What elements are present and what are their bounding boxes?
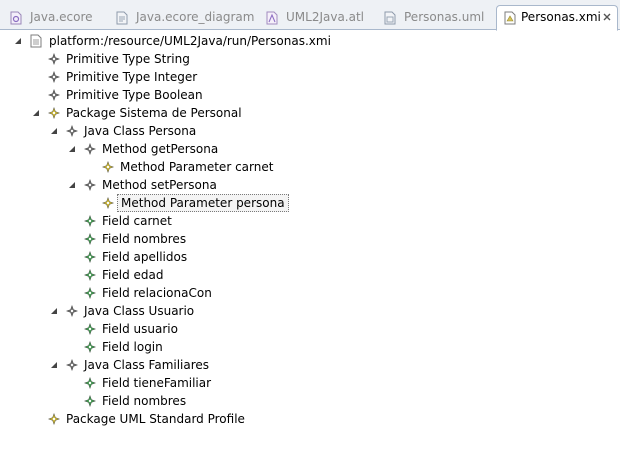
atl-file-icon — [266, 11, 278, 25]
tree-node[interactable]: Primitive Type String — [0, 50, 620, 68]
tree-node-label: Field nombres — [102, 394, 187, 408]
tree-node-label: Method Parameter persona — [117, 194, 289, 212]
gray-diamond-icon — [84, 179, 96, 191]
tree-node[interactable]: Field nombres — [0, 230, 620, 248]
green-diamond-icon — [84, 215, 96, 227]
resource-file-icon — [30, 34, 42, 48]
tree-node[interactable]: Java Class Usuario — [0, 302, 620, 320]
gray-diamond-icon — [66, 359, 78, 371]
tab-personas-xmi[interactable]: Personas.xmi — [496, 5, 618, 31]
tree-node-label: Method getPersona — [102, 142, 219, 156]
tab-java-ecore[interactable]: Java.ecore — [2, 6, 108, 30]
tree-node-label: Field nombres — [102, 232, 187, 246]
yellow-diamond-icon — [102, 197, 114, 209]
gray-diamond-icon — [48, 53, 60, 65]
tree-node-label: Package UML Standard Profile — [66, 412, 245, 426]
tree-node[interactable]: Method setPersona — [0, 176, 620, 194]
tree-node-label: Field usuario — [102, 322, 178, 336]
tree-node-label: Java Class Persona — [84, 124, 197, 138]
tree-node[interactable]: Package UML Standard Profile — [0, 410, 620, 428]
tree-node-label: Field tieneFamiliar — [102, 376, 212, 390]
yellow-diamond-icon — [102, 161, 114, 173]
tree-node-label: Field login — [102, 340, 163, 354]
collapse-arrow-icon[interactable] — [32, 109, 40, 117]
tree-node[interactable]: Method getPersona — [0, 140, 620, 158]
collapse-arrow-icon[interactable] — [50, 307, 58, 315]
uml-file-icon — [384, 11, 396, 25]
tree-node[interactable]: Method Parameter persona — [0, 194, 620, 212]
green-diamond-icon — [84, 341, 96, 353]
diagram-file-icon — [116, 11, 128, 25]
collapse-arrow-icon[interactable] — [50, 127, 58, 135]
tab-label: Java.ecore_diagram — [136, 10, 255, 24]
tree-node-label: Java Class Familiares — [84, 358, 210, 372]
yellow-diamond-icon — [48, 413, 60, 425]
ecore-file-icon — [10, 11, 22, 25]
tree-node-label: Method setPersona — [102, 178, 217, 192]
tree-root-label: platform:/resource/UML2Java/run/Personas… — [49, 34, 331, 48]
tree-node-label: Field edad — [102, 268, 164, 282]
tree-root[interactable]: platform:/resource/UML2Java/run/Personas… — [0, 32, 620, 50]
tree-node[interactable]: Field relacionaCon — [0, 284, 620, 302]
tree-node[interactable]: Package Sistema de Personal — [0, 104, 620, 122]
collapse-arrow-icon[interactable] — [50, 361, 58, 369]
tree-node[interactable]: Java Class Persona — [0, 122, 620, 140]
tab-java-ecore-diagram[interactable]: Java.ecore_diagram — [108, 6, 258, 30]
xmi-file-icon — [504, 11, 516, 25]
collapse-arrow-icon[interactable] — [14, 37, 22, 45]
green-diamond-icon — [84, 251, 96, 263]
collapse-arrow-icon[interactable] — [68, 181, 76, 189]
tree-node-label: Field apellidos — [102, 250, 188, 264]
tab-uml2java-atl[interactable]: UML2Java.atl — [258, 6, 376, 30]
tree-node[interactable]: Field tieneFamiliar — [0, 374, 620, 392]
gray-diamond-icon — [84, 143, 96, 155]
tree-node-label: Java Class Usuario — [84, 304, 195, 318]
tree-node[interactable]: Field carnet — [0, 212, 620, 230]
gray-diamond-icon — [66, 305, 78, 317]
tree-node[interactable]: Method Parameter carnet — [0, 158, 620, 176]
green-diamond-icon — [84, 377, 96, 389]
tree-node[interactable]: Primitive Type Integer — [0, 68, 620, 86]
green-diamond-icon — [84, 323, 96, 335]
collapse-arrow-icon[interactable] — [68, 145, 76, 153]
green-diamond-icon — [84, 395, 96, 407]
tab-personas-uml[interactable]: Personas.uml — [376, 6, 496, 30]
tree-node-label: Field relacionaCon — [102, 286, 212, 300]
tree-node[interactable]: Field nombres — [0, 392, 620, 410]
tab-label: Java.ecore — [30, 10, 93, 24]
tree-node-label: Primitive Type Boolean — [66, 88, 203, 102]
tree-node-label: Field carnet — [102, 214, 172, 228]
gray-diamond-icon — [48, 71, 60, 83]
tree-node-label: Primitive Type Integer — [66, 70, 198, 84]
green-diamond-icon — [84, 287, 96, 299]
tab-label: Personas.uml — [404, 10, 485, 24]
green-diamond-icon — [84, 269, 96, 281]
editor-tab-bar: Java.ecore Java.ecore_diagram UML2Java.a… — [0, 0, 620, 31]
tree-node[interactable]: Field usuario — [0, 320, 620, 338]
tree-node[interactable]: Field login — [0, 338, 620, 356]
close-icon[interactable] — [601, 11, 613, 23]
gray-diamond-icon — [66, 125, 78, 137]
tab-label: UML2Java.atl — [286, 10, 365, 24]
tab-label: Personas.xmi — [521, 10, 601, 24]
tree-node-label: Package Sistema de Personal — [66, 106, 242, 120]
tree-node-label: Primitive Type String — [66, 52, 190, 66]
tree-node[interactable]: Primitive Type Boolean — [0, 86, 620, 104]
green-diamond-icon — [84, 233, 96, 245]
yellow-diamond-icon — [48, 107, 60, 119]
tree-node[interactable]: Java Class Familiares — [0, 356, 620, 374]
tree-node[interactable]: Field edad — [0, 266, 620, 284]
tree-node-label: Method Parameter carnet — [120, 160, 274, 174]
tree-node[interactable]: Field apellidos — [0, 248, 620, 266]
gray-diamond-icon — [48, 89, 60, 101]
